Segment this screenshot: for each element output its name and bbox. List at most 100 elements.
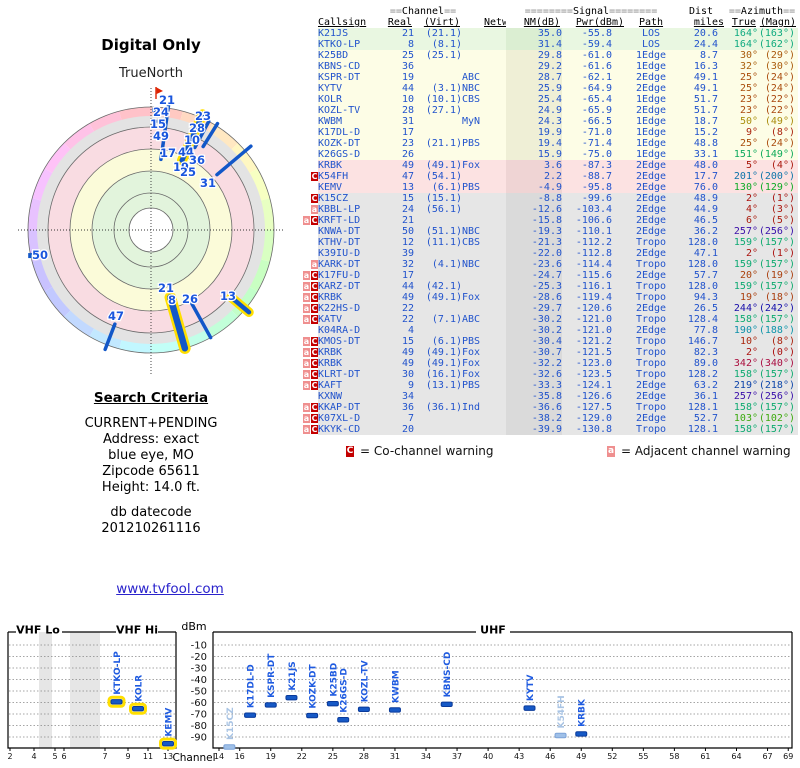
table-row-kytv: KYTV 44 (3.1) NBC 25.9 -64.9 2Edge 49.1 25° (24°) (300, 83, 798, 94)
chart-station-marker-kspr-dt[interactable] (264, 702, 277, 708)
adjacent-channel-warning-badge: a (303, 336, 310, 346)
chart-station-marker-kemv[interactable] (162, 740, 174, 747)
adjacent-channel-warning-badge: a (303, 215, 310, 225)
callsign: KARZ-DT (318, 281, 384, 292)
table-row-k26gs-d: K26GS-D 26 15.9 -75.0 1Edge 33.1 151° (149°) (300, 149, 798, 160)
channel-tick-label: 43 (514, 752, 524, 761)
table-row-kkap-dt: a C KKAP-DT 36 (36.1) Ind -36.6 -127.5 Tropo 128.… (300, 402, 798, 413)
column-header-miles: miles (693, 17, 724, 28)
radar-title: Digital Only (101, 36, 201, 54)
chart-station-marker-kbns-cd[interactable] (440, 701, 453, 708)
search-criteria-line: Address: exact (103, 432, 199, 447)
table-row-kmos-dt: a C KMOS-DT 15 (6.1) PBS -30.4 -121.2 Tropo 146.7… (300, 336, 798, 347)
search-criteria-line: Zipcode 65611 (102, 464, 200, 479)
callsign: KEMV (318, 182, 384, 193)
table-row-k17dl-d: K17DL-D 17 19.9 -71.0 1Edge 15.2 9° (8°) (300, 127, 798, 138)
co-channel-warning-badge: C (311, 380, 318, 390)
co-channel-warning-badge: C (311, 303, 318, 313)
callsign: K17DL-D (318, 127, 384, 138)
chart-station-marker-kytv[interactable] (523, 705, 536, 711)
search-criteria-heading: Search Criteria (93, 390, 209, 406)
dbm-tick-label: -50 (191, 687, 207, 698)
callsign: KBBL-LP (318, 204, 384, 215)
callsign: KTHV-DT (318, 237, 384, 248)
column-header-magn: (Magn) (759, 17, 796, 28)
radar-channel-label: 49 (153, 129, 169, 143)
radar-svg: 212415491723281044361925315047218 26 13 (18, 87, 284, 375)
legend-co-channel: C = Co-channel warning (345, 444, 494, 458)
co-channel-badge: C (346, 446, 354, 457)
chart-station-marker-k21js[interactable] (285, 694, 298, 701)
chart-station-marker-kozl-tv[interactable] (357, 706, 370, 712)
header-channel-group: ==Channel== (389, 6, 457, 17)
channel-tick-label: 19 (266, 752, 276, 761)
chart-station-marker-kwbm[interactable] (388, 707, 401, 713)
chart-station-label-k17dl-d: K17DL-D (247, 664, 257, 708)
callsign: KKYK-CD (318, 424, 384, 435)
chart-station-marker-k15cz[interactable] (223, 744, 236, 750)
search-criteria-line: CURRENT+PENDING (84, 416, 218, 431)
radar-channel-label: 31 (200, 176, 216, 190)
adjacent-channel-warning-badge: a (303, 358, 310, 368)
callsign: K26GS-D (318, 149, 384, 160)
channel-tick-label: 11 (143, 752, 153, 761)
co-channel-warning-badge: C (311, 193, 318, 203)
channel-tick-label: 58 (669, 752, 679, 761)
column-header-real: Real (387, 17, 412, 28)
chart-station-label-krbk: KRBK (578, 698, 588, 727)
co-channel-warning-badge: C (311, 292, 318, 302)
chart-station-label-kspr-dt: KSPR-DT (267, 653, 277, 698)
header-dist-group: Dist (688, 6, 714, 17)
chart-station-marker-k17dl-d[interactable] (244, 712, 257, 718)
chart-station-marker-k25bd[interactable] (326, 700, 339, 707)
callsign: KRBK (318, 347, 384, 358)
table-row-krbk: a C KRBK 49 (49.1) Fox -28.6 -119.4 Tropo 94.3 19°… (300, 292, 798, 303)
channel-tick-label: 13 (163, 752, 173, 761)
co-channel-warning-badge: C (311, 215, 318, 225)
column-header-virt: (Virt) (423, 17, 460, 28)
callsign: KRBK (318, 292, 384, 303)
chart-station-label-kemv: KEMV (165, 708, 175, 737)
dbm-tick-label: -40 (191, 675, 207, 686)
panel-border (212, 632, 793, 749)
table-row-kthv-dt: KTHV-DT 12 (11.1) CBS -21.3 -112.2 Tropo 128.0 1… (300, 237, 798, 248)
table-row-k04ra-d: K04RA-D 4 -30.2 -121.0 2Edge 77.8 190° (188°) (300, 325, 798, 336)
tvfool-report-page: Digital Only TrueNorth 21 24 15 49 17 23 28 10 4… (0, 0, 800, 768)
callsign: KOZL-TV (318, 105, 384, 116)
db-datecode: db datecode 201210261116 (0, 505, 302, 537)
band-gap-shading (39, 632, 52, 748)
radar-channel-label: 13 (220, 289, 236, 303)
co-channel-warning-badge: C (311, 369, 318, 379)
vhf-lo-title: VHF Lo (16, 623, 60, 636)
chart-station-marker-krbk[interactable] (575, 731, 588, 737)
site-link-wrap: www.tvfool.com (70, 581, 270, 597)
chart-station-marker-kolr[interactable] (132, 706, 144, 712)
chart-station-label-kolr: KOLR (135, 675, 145, 702)
table-row-kwbm: KWBM 31 MyN 24.3 -66.5 1Edge 18.7 50° (49°) (300, 116, 798, 127)
table-row-kozl-tv: KOZL-TV 28 (27.1) 24.9 -65.9 2Edge 51.7 23° (22°… (300, 105, 798, 116)
callsign: KWBM (318, 116, 384, 127)
search-criteria-line: Height: 14.0 ft. (101, 480, 201, 495)
co-channel-warning-badge: C (311, 281, 318, 291)
tvfool-link[interactable]: www.tvfool.com (116, 581, 224, 597)
table-row-k07xl-d: a C K07XL-D 7 -38.2 -129.0 2Edge 52.7 103° (102°) (300, 413, 798, 424)
callsign: K17FU-D (318, 270, 384, 281)
channel-axis-label: Channel (172, 752, 215, 764)
chart-station-label-kwbm: KWBM (391, 670, 401, 703)
table-header: ==Channel== ========Signal======== Dist … (300, 6, 798, 28)
channel-tick-label: 28 (359, 752, 369, 761)
chart-station-marker-k54fh[interactable] (554, 732, 567, 739)
chart-station-marker-ktko-lp[interactable] (110, 699, 123, 705)
table-row-k15cz: C K15CZ 15 (15.1) -8.8 -99.6 2Edge 48.9 2° (1°) (300, 193, 798, 204)
channel-tick-label: 25 (328, 752, 338, 761)
channel-tick-label: 4 (31, 752, 36, 761)
chart-station-marker-k26gs-d[interactable] (337, 717, 350, 723)
column-header-netwk: Netwk (484, 17, 506, 28)
callsign: KXNW (318, 391, 384, 402)
radar-channel-label: 8 (168, 293, 176, 307)
table-row-kspr-dt: KSPR-DT 19 ABC 28.7 -62.1 2Edge 49.1 25° (24°) (300, 72, 798, 83)
callsign: K21JS (318, 28, 384, 39)
chart-station-marker-kozk-dt[interactable] (306, 712, 319, 719)
table-row-kbns-cd: KBNS-CD 36 29.2 -61.6 1Edge 16.3 32° (30°) (300, 61, 798, 72)
callsign: K04RA-D (318, 325, 384, 336)
